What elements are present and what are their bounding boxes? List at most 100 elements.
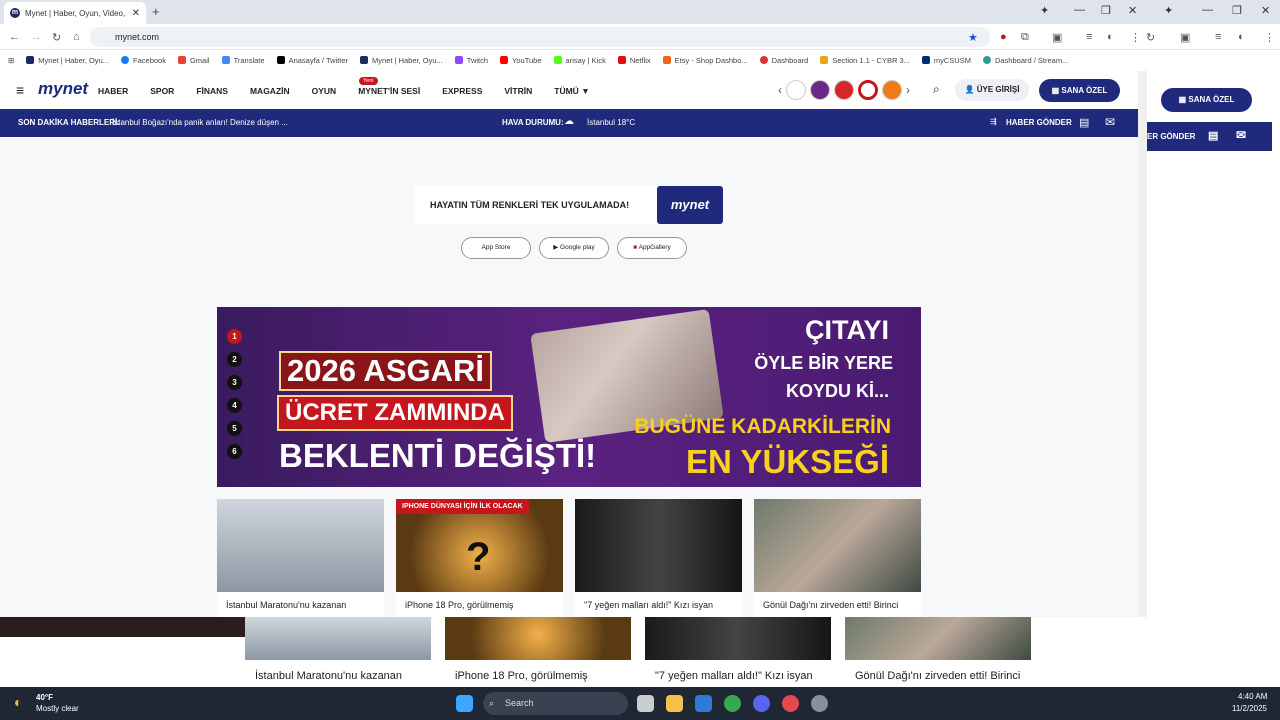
- overlay-card[interactable]: iPhone 18 Pro, görülmemiş: [445, 617, 631, 687]
- overlay-card[interactable]: "7 yeğen malları aldı!" Kızı isyan: [645, 617, 831, 687]
- news-card[interactable]: İstanbul Maratonu'nu kazanan: [217, 499, 384, 617]
- file-explorer-icon[interactable]: [666, 695, 683, 712]
- news-card[interactable]: Gönül Dağı'nı zirveden etti! Birinci: [754, 499, 921, 617]
- opera-icon[interactable]: [782, 695, 799, 712]
- windows-start-icon[interactable]: [456, 695, 473, 712]
- quick-link-icon[interactable]: [882, 80, 902, 100]
- news-card[interactable]: IPHONE DÜNYASI İÇİN İLK OLACAK ? iPhone …: [396, 499, 563, 617]
- mail-icon[interactable]: ✉: [1105, 115, 1115, 129]
- comment-icon[interactable]: ▤: [1208, 129, 1218, 142]
- close-tab-icon[interactable]: ✕: [132, 8, 140, 19]
- comment-icon[interactable]: ▤: [1079, 116, 1089, 129]
- bookmark-item[interactable]: Twitch: [454, 56, 488, 65]
- menu-item-vitrin[interactable]: VİTRİN: [504, 86, 532, 96]
- home-icon[interactable]: ⌂: [73, 31, 80, 43]
- menu-item-oyun[interactable]: OYUN: [312, 86, 337, 96]
- browser-tab[interactable]: m Mynet | Haber, Oyun, Video, Sp ✕: [4, 2, 146, 24]
- menu-item-haber[interactable]: HABER: [98, 86, 128, 96]
- media-icon-2[interactable]: ≡: [1215, 31, 1221, 43]
- split-view-icon-2[interactable]: ▣: [1180, 31, 1190, 44]
- bookmark-item[interactable]: Anasayfa / Twitter: [276, 56, 348, 65]
- quick-link-icon[interactable]: [810, 80, 830, 100]
- quick-link-icon[interactable]: [858, 80, 878, 100]
- bookmark-item[interactable]: YouTube: [500, 56, 542, 65]
- slide-dot[interactable]: 2: [227, 352, 242, 367]
- close-window-icon-2[interactable]: ✕: [1261, 4, 1270, 17]
- overlay-card[interactable]: Gönül Dağı'nı zirveden etti! Birinci: [845, 617, 1031, 687]
- forward-icon[interactable]: →: [31, 31, 42, 43]
- reload-icon[interactable]: ↻: [52, 31, 61, 44]
- media-icon[interactable]: ≡: [1086, 31, 1092, 43]
- send-news-link-right[interactable]: ER GÖNDER: [1147, 132, 1195, 141]
- slide-dot[interactable]: 3: [227, 375, 242, 390]
- slide-dot[interactable]: 5: [227, 421, 242, 436]
- profile-avatar-icon-2[interactable]: ◐: [1238, 31, 1245, 43]
- bookmark-item[interactable]: Mynet | Haber, Oyu...: [26, 56, 109, 65]
- bookmark-item[interactable]: Dashboard: [759, 56, 808, 65]
- extensions-puzzle-icon[interactable]: ⧉: [1021, 31, 1029, 44]
- minimize-icon[interactable]: —: [1074, 4, 1085, 16]
- minimize-icon-2[interactable]: —: [1202, 4, 1213, 16]
- gemini-icon[interactable]: ✦: [1040, 4, 1049, 17]
- reload-icon-2[interactable]: ↻: [1146, 31, 1155, 44]
- url-field[interactable]: mynet.com: [90, 27, 990, 47]
- chevron-right-icon[interactable]: ›: [906, 83, 910, 97]
- bookmark-item[interactable]: Gmail: [177, 56, 210, 65]
- restore-icon-2[interactable]: ❐: [1232, 4, 1242, 17]
- send-news-link[interactable]: HABER GÖNDER: [1006, 118, 1072, 127]
- login-button[interactable]: 👤 ÜYE GİRİŞİ: [955, 79, 1029, 101]
- breaking-headline[interactable]: İstanbul Boğazı'nda panik anları! Denize…: [112, 118, 288, 127]
- gemini-icon-2[interactable]: ✦: [1164, 4, 1173, 17]
- slide-dot[interactable]: 4: [227, 398, 242, 413]
- bookmark-item[interactable]: Section 1.1 - CYBR 3...: [820, 56, 910, 65]
- restore-icon[interactable]: ❐: [1101, 4, 1111, 17]
- task-view-icon[interactable]: [637, 695, 654, 712]
- google-play-button[interactable]: ▶ Google play: [539, 237, 609, 259]
- extension-icon[interactable]: ●: [1000, 31, 1007, 43]
- personal-button[interactable]: ▦ SANA ÖZEL: [1039, 79, 1120, 102]
- new-tab-icon[interactable]: +: [152, 4, 160, 19]
- slide-dot[interactable]: 6: [227, 444, 242, 459]
- bookmark-item[interactable]: Dashboard / Stream...: [982, 56, 1068, 65]
- bookmark-item[interactable]: Etsy - Shop Dashbo...: [662, 56, 748, 65]
- app-store-button[interactable]: App Store: [461, 237, 531, 259]
- mail-app-icon[interactable]: [695, 695, 712, 712]
- bookmark-item[interactable]: Mynet | Haber, Oyu...: [360, 56, 443, 65]
- discord-icon[interactable]: [753, 695, 770, 712]
- bookmark-item[interactable]: myCSUSM: [921, 56, 971, 65]
- overlay-card[interactable]: İstanbul Maratonu'nu kazanan: [245, 617, 431, 687]
- app-icon[interactable]: [811, 695, 828, 712]
- quick-link-icon[interactable]: [786, 80, 806, 100]
- taskbar-search[interactable]: ⌕ Search: [483, 692, 628, 715]
- menu-item-finans[interactable]: FİNANS: [196, 86, 228, 96]
- close-window-icon[interactable]: ✕: [1128, 4, 1137, 17]
- chrome-icon[interactable]: [724, 695, 741, 712]
- search-icon[interactable]: ⌕: [933, 82, 940, 97]
- menu-item-magazin[interactable]: MAGAZİN: [250, 86, 290, 96]
- browser-menu-icon[interactable]: ⋮: [1130, 31, 1141, 44]
- menu-item-mynetin-sesi[interactable]: MYNET'İN SESİ: [358, 86, 420, 96]
- profile-avatar-icon[interactable]: ◐: [1107, 31, 1114, 43]
- bookmark-star-icon[interactable]: ★: [968, 31, 978, 44]
- bookmark-item[interactable]: arisay | Kick: [553, 56, 606, 65]
- slide-dot[interactable]: 1: [227, 329, 242, 344]
- apps-grid-icon[interactable]: ⊞: [8, 56, 14, 65]
- mail-icon[interactable]: ✉: [1236, 128, 1246, 142]
- chevron-left-icon[interactable]: ‹: [778, 83, 782, 97]
- promo-logo[interactable]: mynet: [657, 186, 723, 224]
- split-view-icon[interactable]: ▣: [1052, 31, 1062, 44]
- browser-menu-icon-2[interactable]: ⋮: [1264, 31, 1275, 44]
- menu-item-express[interactable]: EXPRESS: [442, 86, 482, 96]
- news-card[interactable]: "7 yeğen malları aldı!" Kızı isyan: [575, 499, 742, 617]
- hero-slider[interactable]: 1 2 3 4 5 6 2026 ASGARİ ÜCRET ZAMMINDA B…: [217, 307, 921, 487]
- back-icon[interactable]: ←: [9, 31, 20, 43]
- menu-item-spor[interactable]: SPOR: [150, 86, 174, 96]
- bookmark-item[interactable]: Netflix: [617, 56, 651, 65]
- menu-item-tumu[interactable]: TÜMÜ ▼: [554, 86, 589, 96]
- site-logo[interactable]: mynet: [38, 79, 88, 99]
- hamburger-menu-icon[interactable]: ≡: [16, 82, 24, 98]
- personal-button-right[interactable]: ▦ SANA ÖZEL: [1161, 88, 1252, 112]
- quick-link-icon[interactable]: [834, 80, 854, 100]
- app-gallery-button[interactable]: ■ AppGallery: [617, 237, 687, 259]
- bookmark-item[interactable]: Facebook: [121, 56, 166, 65]
